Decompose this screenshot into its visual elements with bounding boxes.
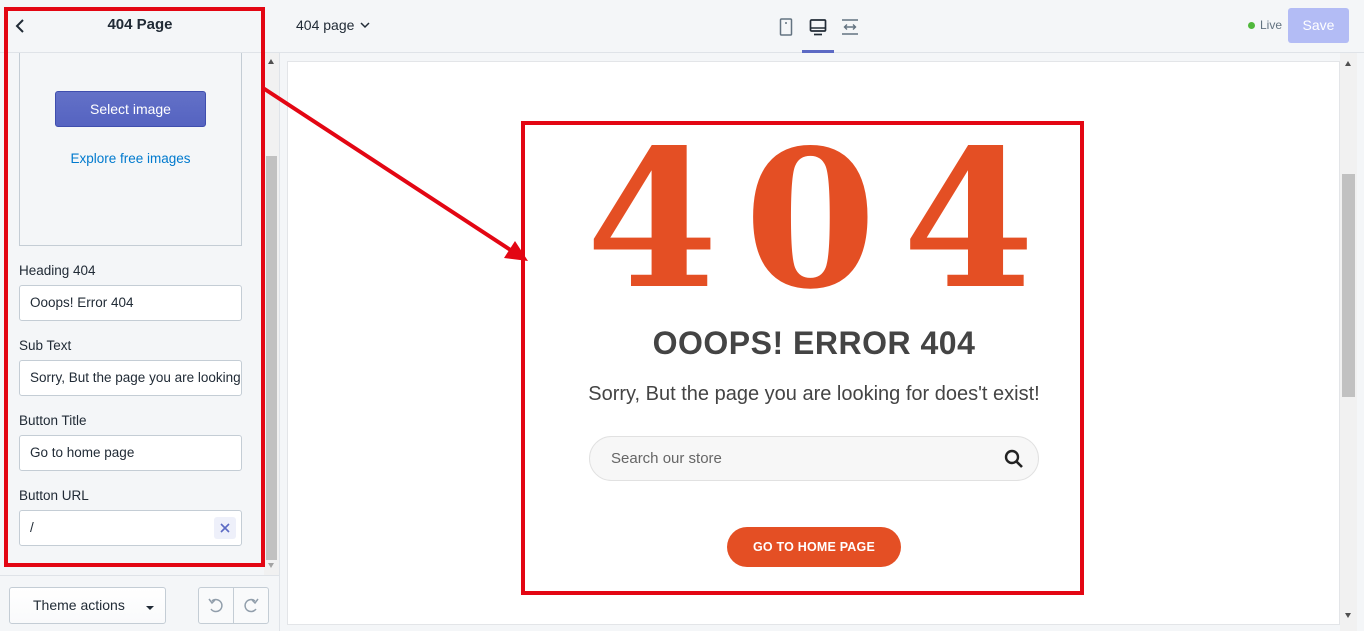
- save-button[interactable]: Save: [1288, 8, 1349, 43]
- sidebar-footer: Theme actions: [0, 575, 279, 631]
- scroll-up-arrow-icon[interactable]: [268, 59, 274, 64]
- page-selector-label: 404 page: [296, 17, 355, 33]
- sidebar-scrollbar-thumb[interactable]: [266, 156, 277, 560]
- fullscreen-view-button[interactable]: [834, 0, 866, 53]
- mobile-view-button[interactable]: [770, 0, 802, 53]
- undo-redo-group: [198, 587, 269, 624]
- live-dot-icon: [1248, 21, 1255, 29]
- annotation-box-preview: [521, 121, 1084, 595]
- editor-topbar: 404 page Live Save: [280, 0, 1364, 53]
- device-toggle: [770, 0, 866, 53]
- redo-button[interactable]: [233, 588, 268, 623]
- preview-scroll-down-icon[interactable]: [1345, 613, 1351, 618]
- annotation-box-settings: [4, 7, 265, 567]
- undo-icon: [208, 598, 223, 612]
- theme-actions-label: Theme actions: [33, 597, 125, 613]
- preview-scroll-up-icon[interactable]: [1345, 61, 1351, 66]
- live-status-label: Live: [1260, 18, 1283, 32]
- undo-button[interactable]: [199, 588, 233, 623]
- desktop-view-button[interactable]: [802, 0, 834, 53]
- fullscreen-icon: [842, 18, 858, 35]
- redo-icon: [244, 598, 259, 612]
- preview-scrollbar-thumb[interactable]: [1342, 174, 1355, 397]
- scroll-down-arrow-icon[interactable]: [268, 563, 274, 568]
- page-selector[interactable]: 404 page: [296, 17, 370, 33]
- caret-down-icon: [146, 606, 154, 610]
- desktop-icon: [809, 18, 827, 35]
- mobile-icon: [779, 17, 793, 36]
- live-status: Live: [1248, 18, 1282, 32]
- preview-scrollbar[interactable]: [1340, 53, 1357, 631]
- sidebar-scrollbar[interactable]: [264, 53, 279, 575]
- chevron-down-icon: [360, 21, 370, 28]
- theme-actions-button[interactable]: Theme actions: [9, 587, 166, 624]
